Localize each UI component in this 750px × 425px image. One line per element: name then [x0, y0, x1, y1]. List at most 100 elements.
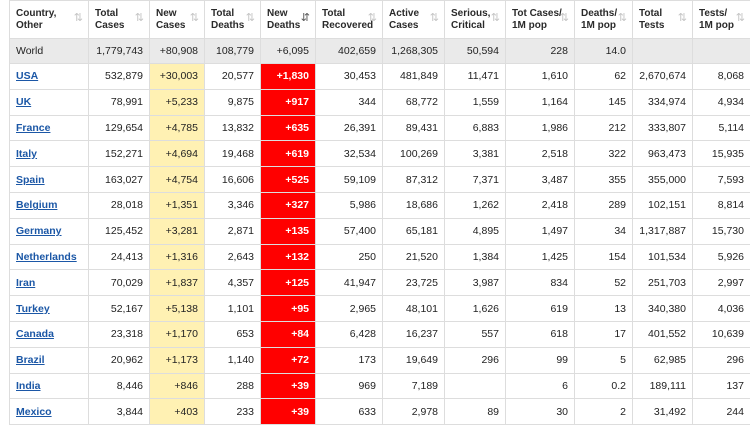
total-cases-cell: 8,446 [89, 373, 150, 399]
sort-icon[interactable]: ⇅ [736, 13, 745, 23]
total-deaths-cell: 16,606 [205, 167, 261, 193]
column-header-total-recovered[interactable]: TotalRecovered⇅ [316, 1, 383, 39]
column-header-active-cases[interactable]: ActiveCases⇅ [383, 1, 445, 39]
column-header-new-cases[interactable]: NewCases⇅ [150, 1, 205, 39]
total-recovered-cell: 26,391 [316, 115, 383, 141]
sort-icon[interactable]: ⇅ [135, 13, 144, 23]
total-recovered-cell: 32,534 [316, 141, 383, 167]
column-header-total-cases[interactable]: TotalCases ⇅ [89, 1, 150, 39]
column-header-deaths-per-1m[interactable]: Deaths/1M pop⇅ [575, 1, 633, 39]
country-cell: Italy [10, 141, 89, 167]
new-deaths-cell: +125 [261, 270, 316, 296]
sort-icon[interactable]: ⇅ [678, 13, 687, 23]
total-tests-cell: 333,807 [633, 115, 693, 141]
total-cases-cell: 532,879 [89, 64, 150, 90]
sort-icon[interactable]: ⇅ [246, 13, 255, 23]
sort-icon[interactable]: ⇅ [491, 13, 500, 23]
world-row: World1,779,743+80,908108,779+6,095402,65… [10, 39, 750, 64]
column-header-label: Total [322, 8, 345, 19]
country-link[interactable]: Belgium [16, 199, 57, 211]
serious-critical-cell: 1,384 [445, 244, 506, 270]
sort-icon[interactable]: ⇅ [74, 13, 83, 23]
serious-critical-cell: 11,471 [445, 64, 506, 90]
new-cases-cell: +4,785 [150, 115, 205, 141]
country-link[interactable]: Brazil [16, 354, 45, 366]
total-recovered-cell: 5,986 [316, 192, 383, 218]
deaths-per-1m-cell: 17 [575, 321, 633, 347]
active-cases-cell: 1,268,305 [383, 39, 445, 64]
new-cases-cell: +5,233 [150, 89, 205, 115]
tests-per-1m-cell [693, 39, 750, 64]
column-header-label: New [267, 8, 288, 19]
new-deaths-cell: +39 [261, 399, 316, 425]
tests-per-1m-cell: 5,926 [693, 244, 750, 270]
country-link[interactable]: Mexico [16, 406, 52, 418]
total-tests-cell: 62,985 [633, 347, 693, 373]
country-link[interactable]: USA [16, 70, 38, 82]
new-deaths-cell: +1,830 [261, 64, 316, 90]
country-link[interactable]: Germany [16, 225, 62, 237]
column-header-total-deaths[interactable]: TotalDeaths⇅ [205, 1, 261, 39]
country-link[interactable]: Turkey [16, 303, 50, 315]
country-cell: Canada [10, 321, 89, 347]
country-link[interactable]: Netherlands [16, 251, 77, 263]
column-header-label: Cases [95, 20, 124, 31]
table-row: Germany125,452+3,2812,871+13557,40065,18… [10, 218, 750, 244]
column-header-country[interactable]: Country,Other⇅ [10, 1, 89, 39]
sort-icon[interactable]: ⇅ [560, 13, 569, 23]
column-header-label: Total [211, 8, 234, 19]
tests-per-1m-cell: 15,730 [693, 218, 750, 244]
total-deaths-cell: 2,643 [205, 244, 261, 270]
table-row: France129,654+4,78513,832+63526,39189,43… [10, 115, 750, 141]
column-header-label: 1M pop [699, 20, 734, 31]
total-deaths-cell: 108,779 [205, 39, 261, 64]
new-deaths-cell: +72 [261, 347, 316, 373]
total-deaths-cell: 20,577 [205, 64, 261, 90]
total-recovered-cell: 173 [316, 347, 383, 373]
active-cases-cell: 65,181 [383, 218, 445, 244]
country-cell: India [10, 373, 89, 399]
country-link[interactable]: India [16, 380, 41, 392]
total-cases-cell: 70,029 [89, 270, 150, 296]
country-link[interactable]: France [16, 122, 50, 134]
total-deaths-cell: 233 [205, 399, 261, 425]
serious-critical-cell: 7,371 [445, 167, 506, 193]
total-cases-cell: 125,452 [89, 218, 150, 244]
column-header-total-tests[interactable]: TotalTests⇅ [633, 1, 693, 39]
total-recovered-cell: 402,659 [316, 39, 383, 64]
column-header-new-deaths[interactable]: NewDeaths⇵ [261, 1, 316, 39]
new-deaths-cell: +135 [261, 218, 316, 244]
tot-cases-per-1m-cell: 3,487 [506, 167, 575, 193]
active-cases-cell: 481,849 [383, 64, 445, 90]
column-header-tot-cases-per-1m[interactable]: Tot Cases/1M pop⇅ [506, 1, 575, 39]
total-tests-cell: 334,974 [633, 89, 693, 115]
column-header-tests-per-1m[interactable]: Tests/1M pop⇅ [693, 1, 750, 39]
tot-cases-per-1m-cell: 1,986 [506, 115, 575, 141]
tests-per-1m-cell: 244 [693, 399, 750, 425]
column-header-serious-critical[interactable]: Serious,Critical⇅ [445, 1, 506, 39]
sort-icon[interactable]: ⇅ [190, 13, 199, 23]
sort-desc-icon[interactable]: ⇵ [301, 13, 310, 23]
column-header-label: Total [95, 8, 118, 19]
tests-per-1m-cell: 296 [693, 347, 750, 373]
sort-icon[interactable]: ⇅ [368, 13, 377, 23]
country-link[interactable]: Italy [16, 148, 37, 160]
tot-cases-per-1m-cell: 1,610 [506, 64, 575, 90]
active-cases-cell: 23,725 [383, 270, 445, 296]
country-link[interactable]: UK [16, 96, 31, 108]
column-header-label: Cases [156, 20, 185, 31]
table-row: Italy152,271+4,69419,468+61932,534100,26… [10, 141, 750, 167]
sort-icon[interactable]: ⇅ [430, 13, 439, 23]
country-link[interactable]: Spain [16, 174, 45, 186]
country-link[interactable]: Canada [16, 328, 54, 340]
sort-icon[interactable]: ⇅ [618, 13, 627, 23]
tests-per-1m-cell: 137 [693, 373, 750, 399]
tot-cases-per-1m-cell: 1,497 [506, 218, 575, 244]
new-cases-cell: +30,003 [150, 64, 205, 90]
total-recovered-cell: 57,400 [316, 218, 383, 244]
total-cases-cell: 163,027 [89, 167, 150, 193]
total-recovered-cell: 41,947 [316, 270, 383, 296]
country-link[interactable]: Iran [16, 277, 35, 289]
total-recovered-cell: 969 [316, 373, 383, 399]
new-cases-cell: +3,281 [150, 218, 205, 244]
